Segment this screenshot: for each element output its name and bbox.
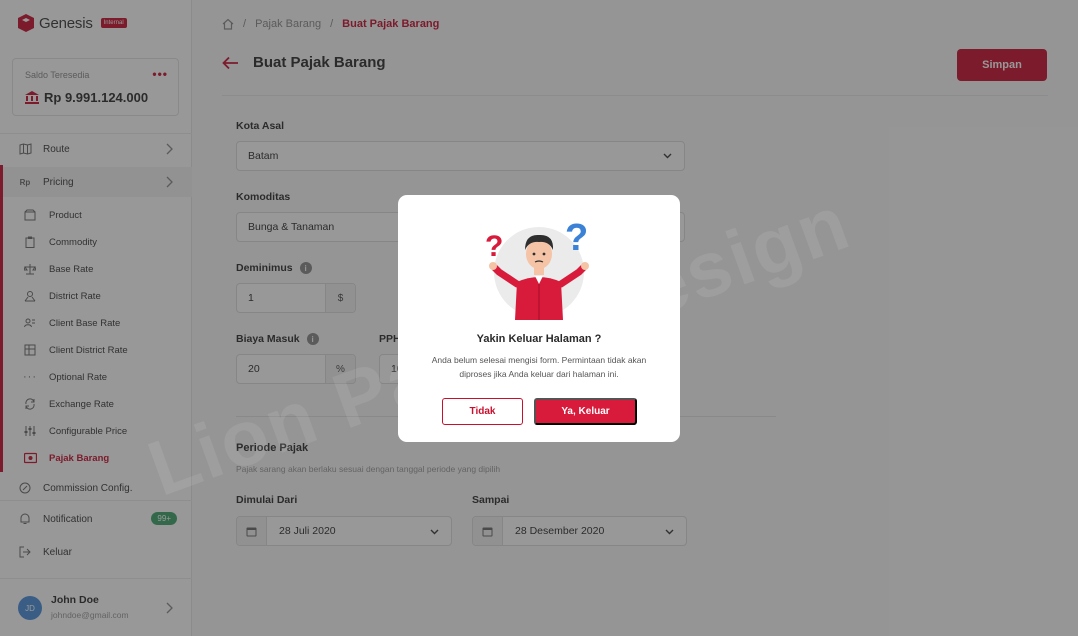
confused-person-illustration: ? ?: [485, 217, 589, 320]
svg-text:?: ?: [565, 217, 588, 259]
svg-text:?: ?: [485, 230, 503, 263]
modal-message: Anda belum selesai mengisi form. Permint…: [431, 355, 647, 379]
modal-title: Yakin Keluar Halaman ?: [476, 333, 602, 345]
cancel-button[interactable]: Tidak: [442, 398, 523, 425]
confirm-exit-modal: ? ? Yakin Keluar Halaman ? Anda belum se…: [398, 195, 680, 442]
confirm-exit-button[interactable]: Ya, Keluar: [534, 398, 637, 425]
